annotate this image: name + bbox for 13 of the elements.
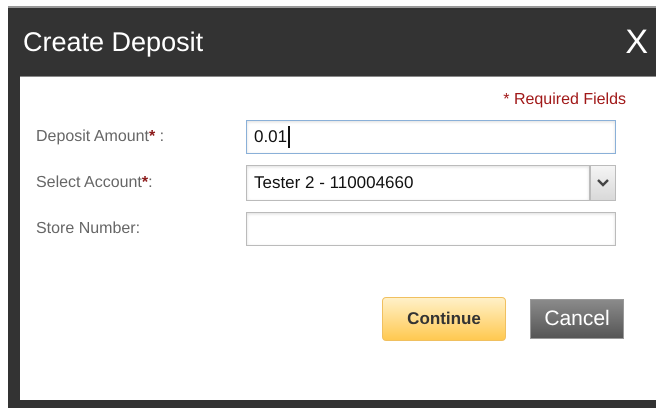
field-label: Select Account*: xyxy=(35,174,154,192)
field-label: Store Number: xyxy=(35,220,142,238)
account-select[interactable]: Tester 2 - 110004660 xyxy=(246,165,590,201)
dialog-title: Create Deposit xyxy=(23,26,204,58)
dropdown-button[interactable] xyxy=(590,165,616,201)
input-field[interactable]: 0.01 xyxy=(246,120,616,154)
input-field[interactable] xyxy=(246,212,616,246)
close-button[interactable]: X xyxy=(625,25,648,59)
field-label: Deposit Amount* : xyxy=(35,128,166,146)
chevron-down-icon xyxy=(597,179,609,187)
continue-button[interactable]: Continue xyxy=(382,297,506,341)
required-note: * Required Fields xyxy=(503,91,626,109)
cancel-button[interactable]: Cancel xyxy=(530,299,624,339)
